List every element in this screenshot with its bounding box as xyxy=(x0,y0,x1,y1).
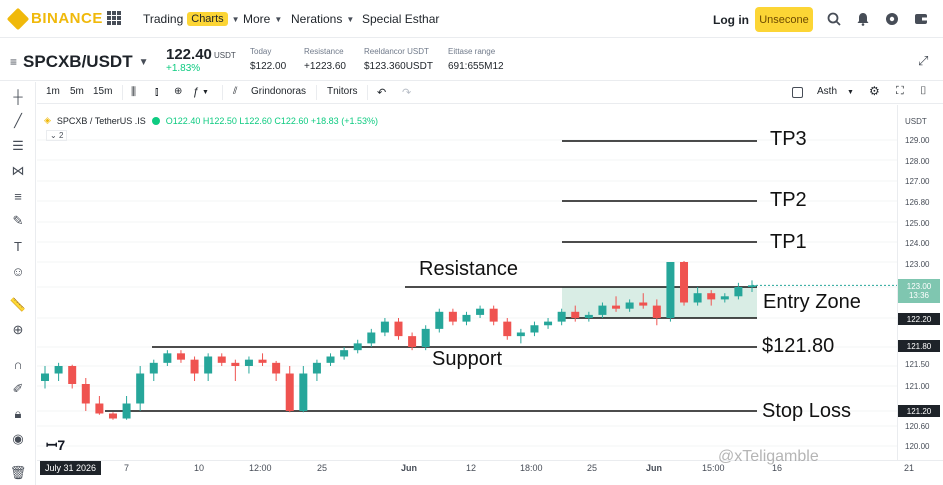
candle-body xyxy=(476,308,485,315)
candle-body xyxy=(639,302,648,306)
candle-body xyxy=(299,373,308,411)
candle-body xyxy=(108,413,117,419)
candle-body xyxy=(285,373,294,411)
price-level-label: $121.80 xyxy=(762,335,835,357)
legend-symbol: SPCXB / TetherUS .IS xyxy=(56,115,146,126)
candle-body xyxy=(244,359,253,366)
candle-body xyxy=(435,311,444,329)
candle-body xyxy=(612,305,621,309)
chart-legend: ◈ SPCXB / TetherUS .IS O122.40 H122.50 L… xyxy=(44,115,378,126)
candle-body xyxy=(734,287,743,297)
candle-body xyxy=(598,305,607,315)
candle-body xyxy=(720,296,729,300)
candle-body xyxy=(530,325,539,333)
legend-ohlc: O122.40 H122.50 L122.60 C122.60 +18.83 (… xyxy=(165,115,378,126)
candle-body xyxy=(408,336,417,347)
time-tick: 12 xyxy=(466,463,477,473)
candle-body xyxy=(557,311,566,322)
time-tick: 10 xyxy=(194,463,205,473)
price-tick: 120.60 xyxy=(905,422,930,431)
price-tick: 126.80 xyxy=(905,198,930,207)
candle-body xyxy=(707,293,716,300)
candle-body xyxy=(217,356,226,363)
candle-body xyxy=(625,302,634,309)
candle-body xyxy=(68,366,77,384)
price-tick: 125.00 xyxy=(905,219,930,228)
entry-price-badge: 122.20 xyxy=(898,313,940,325)
candle-body xyxy=(571,311,580,318)
candle-countdown: 13:36 xyxy=(908,291,930,300)
price-tick: 124.00 xyxy=(905,239,930,248)
time-tick: 18:00 xyxy=(520,463,543,473)
tp3-label: TP3 xyxy=(770,128,807,150)
candle-body xyxy=(326,356,335,363)
tp1-label: TP1 xyxy=(770,231,807,253)
candle-body xyxy=(680,262,689,303)
tp2-label: TP2 xyxy=(770,189,807,211)
candle-body xyxy=(41,373,49,381)
time-tick: 12:00 xyxy=(249,463,272,473)
time-tick: Jun xyxy=(401,463,418,473)
tradingview-logo[interactable]: ꟷ7 xyxy=(46,436,68,453)
candle-body xyxy=(81,384,90,404)
candle-body xyxy=(462,314,471,322)
current-price-badge: 123.00 13:36 xyxy=(898,279,940,303)
candle-body xyxy=(503,321,512,337)
support-label: Support xyxy=(432,348,503,370)
candle-body xyxy=(448,311,457,322)
candle-body xyxy=(54,366,63,374)
candle-body xyxy=(122,403,131,419)
resistance-label: Resistance xyxy=(419,258,518,280)
candle-body xyxy=(666,262,675,318)
candle-body xyxy=(258,359,267,363)
candle-body xyxy=(163,353,172,363)
crosshair-date-chip: July 31 2026 xyxy=(40,461,102,475)
price-tick: 129.00 xyxy=(905,136,930,145)
candle-body xyxy=(176,353,185,360)
candle-body xyxy=(693,293,702,303)
price-tick: 121.00 xyxy=(905,382,930,391)
candle-body xyxy=(149,362,158,374)
candle-body xyxy=(136,373,145,404)
price-tick: 121.50 xyxy=(905,360,930,369)
candle-body xyxy=(544,321,553,326)
candle-body xyxy=(272,362,281,374)
candle-body xyxy=(380,321,389,333)
candle-body xyxy=(340,350,349,357)
legend-count-value: 2 xyxy=(58,131,64,140)
candle-body xyxy=(516,332,525,337)
candle-body xyxy=(421,328,430,347)
candle-body xyxy=(204,356,213,374)
price-tick: 123.00 xyxy=(905,260,930,269)
candle-body xyxy=(489,308,498,322)
candle-body xyxy=(312,362,321,374)
candle-body xyxy=(652,305,661,318)
candle-body xyxy=(394,321,403,337)
status-dot-icon xyxy=(151,116,160,125)
candle-body xyxy=(95,403,104,414)
time-tick: 7 xyxy=(124,463,130,473)
price-axis-unit: USDT xyxy=(905,117,927,126)
candle-body xyxy=(353,343,362,351)
stop-loss-price-badge: 121.20 xyxy=(898,405,940,417)
binance-small-icon: ◈ xyxy=(44,115,51,125)
entry-zone-label: Entry Zone xyxy=(763,291,861,313)
time-tick: 25 xyxy=(587,463,598,473)
watermark: @xTeligamble xyxy=(718,448,819,465)
time-tick: 21 xyxy=(904,463,915,473)
price-tick: 127.00 xyxy=(905,177,930,186)
current-price-value: 123.00 xyxy=(906,282,932,291)
price-tick: 128.00 xyxy=(905,157,930,166)
time-tick: Jun xyxy=(646,463,663,473)
support-price-badge: 121.80 xyxy=(898,340,940,352)
legend-collapse[interactable]: ⌄ 2 xyxy=(46,130,68,141)
candle-body xyxy=(231,362,240,366)
candle-body xyxy=(584,314,593,318)
time-tick: 25 xyxy=(317,463,328,473)
stop-loss-label: Stop Loss xyxy=(762,400,851,422)
price-tick: 120.00 xyxy=(905,442,930,451)
candle-body xyxy=(190,359,199,374)
candle-body xyxy=(367,332,376,344)
